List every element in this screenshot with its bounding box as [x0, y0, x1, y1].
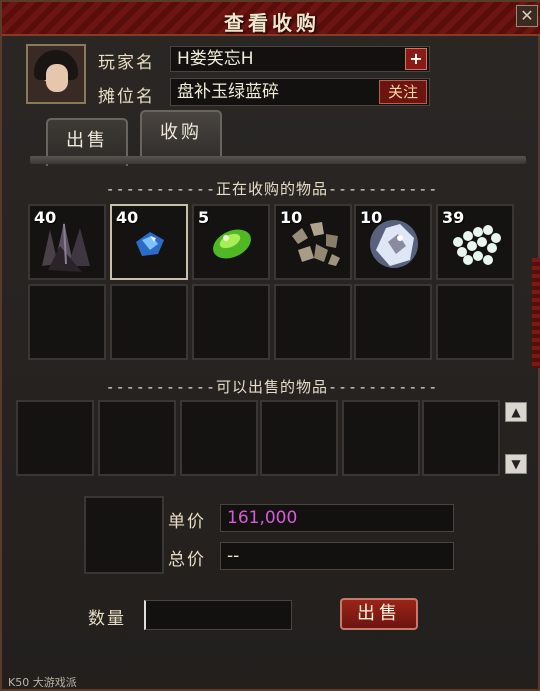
item-count: 39	[442, 208, 465, 227]
watermark-logo: K50 大游戏派	[8, 676, 77, 689]
quantity-label: 数量	[88, 609, 126, 629]
title-bar: 查看收购 ✕	[2, 2, 540, 36]
buy-slot-empty[interactable]	[354, 284, 432, 360]
side-drag-handle[interactable]	[532, 258, 540, 368]
player-avatar	[26, 44, 86, 104]
item-count: 40	[116, 208, 139, 227]
buy-slot[interactable]: 10	[274, 204, 352, 280]
unit-price-field: 161,000	[220, 504, 454, 532]
add-friend-button[interactable]: +	[405, 48, 427, 70]
player-name-label: 玩家名	[98, 53, 155, 73]
buy-slot[interactable]: 10	[354, 204, 432, 280]
total-price-label: 总价	[168, 550, 206, 570]
buy-slot-empty[interactable]	[436, 284, 514, 360]
buy-slot[interactable]: 5	[192, 204, 270, 280]
follow-button[interactable]: 关注	[379, 80, 427, 104]
buy-slot[interactable]: 40	[28, 204, 106, 280]
scroll-down-button[interactable]: ▼	[505, 454, 527, 474]
sell-slot-empty[interactable]	[260, 400, 338, 476]
buy-slot[interactable]: 40	[110, 204, 188, 280]
scroll-up-button[interactable]: ▲	[505, 402, 527, 422]
sell-slot-empty[interactable]	[422, 400, 500, 476]
sell-slot-empty[interactable]	[180, 400, 258, 476]
buy-slot-empty[interactable]	[28, 284, 106, 360]
sell-slot-empty[interactable]	[16, 400, 94, 476]
quantity-input[interactable]	[144, 600, 292, 630]
buy-slot-empty[interactable]	[192, 284, 270, 360]
trade-item-slot[interactable]	[84, 496, 164, 574]
sell-slot-empty[interactable]	[342, 400, 420, 476]
avatar-face	[46, 64, 68, 92]
buying-items-header: -----------正在收购的物品-----------	[105, 180, 439, 198]
sellable-items-header: -----------可以出售的物品-----------	[105, 378, 439, 396]
item-count: 5	[198, 208, 210, 227]
close-button[interactable]: ✕	[516, 5, 538, 27]
sell-button[interactable]: 出售	[340, 598, 418, 630]
item-count: 10	[360, 208, 383, 227]
window-title: 查看收购	[224, 11, 320, 35]
player-name-field: H娄笑忘H	[170, 46, 430, 72]
stall-name-label: 摊位名	[98, 87, 155, 107]
buy-slot[interactable]: 39	[436, 204, 514, 280]
total-price-field: --	[220, 542, 454, 570]
item-count: 40	[34, 208, 57, 227]
buy-slot-empty[interactable]	[274, 284, 352, 360]
buy-window: 查看收购 ✕ 玩家名 H娄笑忘H + 摊位名 盘补玉绿蓝碎 关注 出售 收购 -…	[0, 0, 540, 691]
buy-slot-empty[interactable]	[110, 284, 188, 360]
sell-slot-empty[interactable]	[98, 400, 176, 476]
unit-price-label: 单价	[168, 512, 206, 532]
tab-divider	[30, 156, 526, 164]
item-count: 10	[280, 208, 303, 227]
